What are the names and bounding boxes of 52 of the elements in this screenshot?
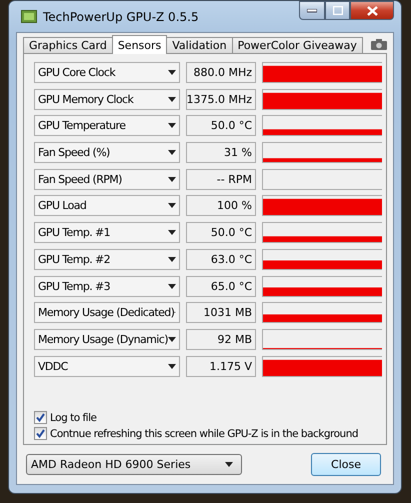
sensor-select[interactable]: GPU Temp. #2 [34, 248, 180, 270]
tab[interactable]: Sensors [112, 35, 168, 54]
caret-icon [225, 462, 233, 467]
tab[interactable]: Graphics Card [23, 37, 113, 54]
sensor-value: 1.175 V [186, 356, 256, 377]
tab[interactable]: PowerColor Giveaway [232, 37, 363, 54]
option-checkbox[interactable]: Log to file [34, 411, 96, 424]
caret-icon [168, 70, 176, 75]
caret-icon [168, 176, 176, 182]
caret-icon [168, 364, 176, 369]
sensor-select[interactable]: Fan Speed (RPM) [34, 168, 180, 190]
sensor-select[interactable]: GPU Memory Clock [34, 88, 180, 110]
sensor-value: 50.0 °C [186, 222, 256, 244]
close-icon[interactable] [350, 1, 394, 20]
sensor-value: 63.0 °C [186, 248, 256, 270]
sensor-value: 880.0 MHz [186, 62, 256, 83]
caret-icon [168, 203, 176, 208]
sensor-value: 100 % [186, 195, 256, 216]
caret-icon [168, 96, 176, 102]
caret-icon [168, 336, 176, 342]
sensor-select[interactable]: GPU Temp. #1 [34, 222, 180, 244]
option-checkbox[interactable]: Contnue refreshing this screen while GPU-Z is in the background [34, 427, 358, 440]
sensor-select[interactable]: GPU Temperature [34, 115, 180, 136]
camera-icon[interactable] [371, 39, 387, 50]
sensor-value: 1031 MB [186, 302, 256, 324]
minimize-button[interactable] [299, 1, 325, 20]
sensor-value: -- RPM [186, 168, 256, 190]
caret-icon [168, 230, 176, 236]
sensor-select[interactable]: GPU Core Clock [34, 62, 180, 83]
sensor-value: 65.0 °C [186, 276, 256, 296]
sensor-select[interactable]: GPU Temp. #3 [34, 276, 180, 296]
app-icon [21, 10, 37, 23]
tab[interactable]: Validation [166, 37, 233, 54]
sensor-value: 1375.0 MHz [186, 88, 256, 110]
sensor-select[interactable]: GPU Load [34, 195, 180, 216]
sensor-select[interactable]: Memory Usage (Dynamic) [34, 328, 180, 350]
caret-icon [168, 256, 176, 262]
maximize-button[interactable] [325, 1, 350, 20]
window-title: TechPowerUp GPU-Z 0.5.5 [43, 10, 199, 24]
caret-icon [168, 284, 176, 288]
device-dropdown[interactable]: AMD Radeon HD 6900 Series [26, 454, 242, 475]
sensor-value: 31 % [186, 142, 256, 164]
close-button[interactable]: Close [311, 453, 381, 476]
maximize-icon [332, 6, 342, 15]
sensor-value: 50.0 °C [186, 115, 256, 136]
caret-icon [168, 123, 176, 128]
sensor-select[interactable]: Memory Usage (Dedicated) [34, 302, 180, 324]
sensor-value: 92 MB [186, 328, 256, 350]
caret-icon [168, 150, 176, 156]
sensor-select[interactable]: VDDC [34, 356, 180, 377]
minimize-icon [307, 8, 317, 12]
sensor-select[interactable]: Fan Speed (%) [34, 142, 180, 164]
